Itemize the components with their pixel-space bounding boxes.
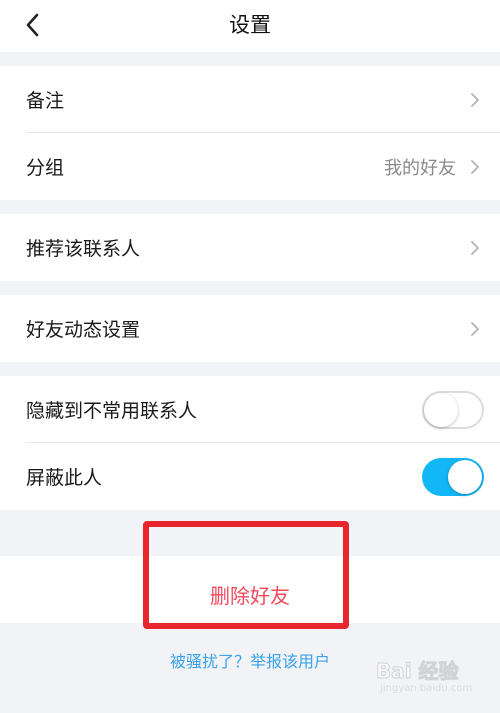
friend-moments-settings-label: 好友动态设置: [26, 319, 141, 341]
hide-contact-row: 隐藏到不常用联系人: [0, 376, 500, 443]
group-row[interactable]: 分组 我的好友: [0, 133, 500, 200]
block-user-toggle[interactable]: [422, 457, 484, 496]
baidu-jingyan-watermark: Bai 经验 jingyan.baidu.com: [376, 655, 486, 703]
delete-section: 删除好友: [0, 556, 500, 623]
chevron-right-icon: [466, 91, 484, 109]
chevron-right-icon: [466, 320, 484, 338]
delete-friend-button[interactable]: 删除好友: [210, 580, 290, 609]
chevron-right-icon: [466, 158, 484, 176]
recommend-contact-label: 推荐该联系人: [26, 238, 141, 260]
settings-group-basic: 备注 分组 我的好友: [0, 66, 500, 200]
toggle-knob: [424, 392, 458, 427]
remark-row[interactable]: 备注: [0, 66, 500, 133]
watermark-url: jingyan.baidu.com: [380, 683, 473, 694]
settings-group-privacy: 隐藏到不常用联系人 屏蔽此人: [0, 376, 500, 510]
chevron-right-icon: [466, 239, 484, 257]
remark-label: 备注: [26, 90, 65, 112]
settings-group-recommend: 推荐该联系人: [0, 214, 500, 281]
watermark-brand: Bai 经验: [376, 659, 460, 684]
settings-group-moments: 好友动态设置: [0, 295, 500, 362]
block-user-label: 屏蔽此人: [26, 467, 103, 489]
hide-contact-toggle[interactable]: [422, 390, 484, 429]
recommend-contact-row[interactable]: 推荐该联系人: [0, 214, 500, 281]
group-value: 我的好友: [384, 157, 456, 179]
nav-bar: 设置: [0, 0, 500, 52]
group-label: 分组: [26, 157, 65, 179]
toggle-knob: [448, 459, 482, 494]
page-title: 设置: [229, 13, 271, 37]
block-user-row: 屏蔽此人: [0, 443, 500, 510]
hide-contact-label: 隐藏到不常用联系人: [26, 400, 198, 422]
friend-moments-settings-row[interactable]: 好友动态设置: [0, 295, 500, 362]
